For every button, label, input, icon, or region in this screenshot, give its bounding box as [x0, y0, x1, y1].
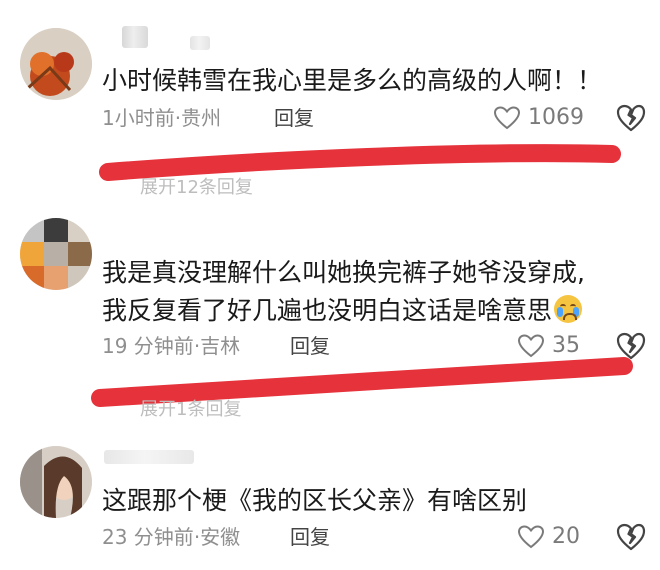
comment-time: 19 分钟前	[102, 334, 194, 358]
avatar[interactable]	[20, 446, 92, 518]
comment-location: 贵州	[181, 106, 222, 130]
red-stroke-1	[99, 144, 621, 181]
heart-outline-icon	[518, 525, 544, 549]
username-blurred	[104, 450, 194, 464]
expand-replies[interactable]: 展开12条回复	[140, 176, 253, 200]
comment-meta: 1小时前·贵州	[102, 103, 221, 133]
comment-meta: 23 分钟前·安徽	[102, 522, 240, 552]
comment-time: 1小时前	[102, 106, 175, 130]
comment-location: 吉林	[200, 334, 241, 358]
heart-outline-icon	[518, 334, 544, 358]
expand-replies[interactable]: 展开1条回复	[140, 398, 241, 422]
like-button[interactable]: 1069	[494, 103, 584, 133]
avatar[interactable]	[20, 218, 92, 290]
broken-heart-icon[interactable]	[616, 331, 646, 361]
reply-button[interactable]: 回复	[290, 522, 330, 552]
like-count: 1069	[528, 105, 584, 130]
comment-location: 安徽	[200, 525, 241, 549]
username-blurred-2	[190, 36, 210, 50]
reply-button[interactable]: 回复	[274, 103, 314, 133]
woman-portrait-avatar	[20, 446, 92, 518]
comment-text: 我是真没理解什么叫她换完裤子她爷没穿成, 我反复看了好几遍也没明白这话是啥意思	[102, 258, 585, 325]
reply-button[interactable]: 回复	[290, 331, 330, 361]
like-count: 20	[552, 524, 580, 549]
like-button[interactable]: 35	[518, 331, 580, 361]
crying-face-emoji	[554, 295, 583, 323]
comment-meta: 19 分钟前·吉林	[102, 331, 240, 361]
mosaic-avatar	[20, 218, 92, 290]
avatar[interactable]	[20, 28, 92, 100]
like-count: 35	[552, 333, 580, 358]
username-blurred	[122, 26, 148, 48]
broken-heart-icon[interactable]	[616, 522, 646, 552]
comment-time: 23 分钟前	[102, 525, 194, 549]
comment-text: 小时候韩雪在我心里是多么的高级的人啊！！	[102, 66, 603, 95]
autumn-leaves-avatar	[20, 28, 92, 100]
broken-heart-icon[interactable]	[616, 103, 646, 133]
like-button[interactable]: 20	[518, 522, 580, 552]
red-stroke-2	[91, 357, 633, 407]
heart-outline-icon	[494, 106, 520, 130]
comment-text: 这跟那个梗《我的区长父亲》有啥区别	[102, 486, 528, 515]
